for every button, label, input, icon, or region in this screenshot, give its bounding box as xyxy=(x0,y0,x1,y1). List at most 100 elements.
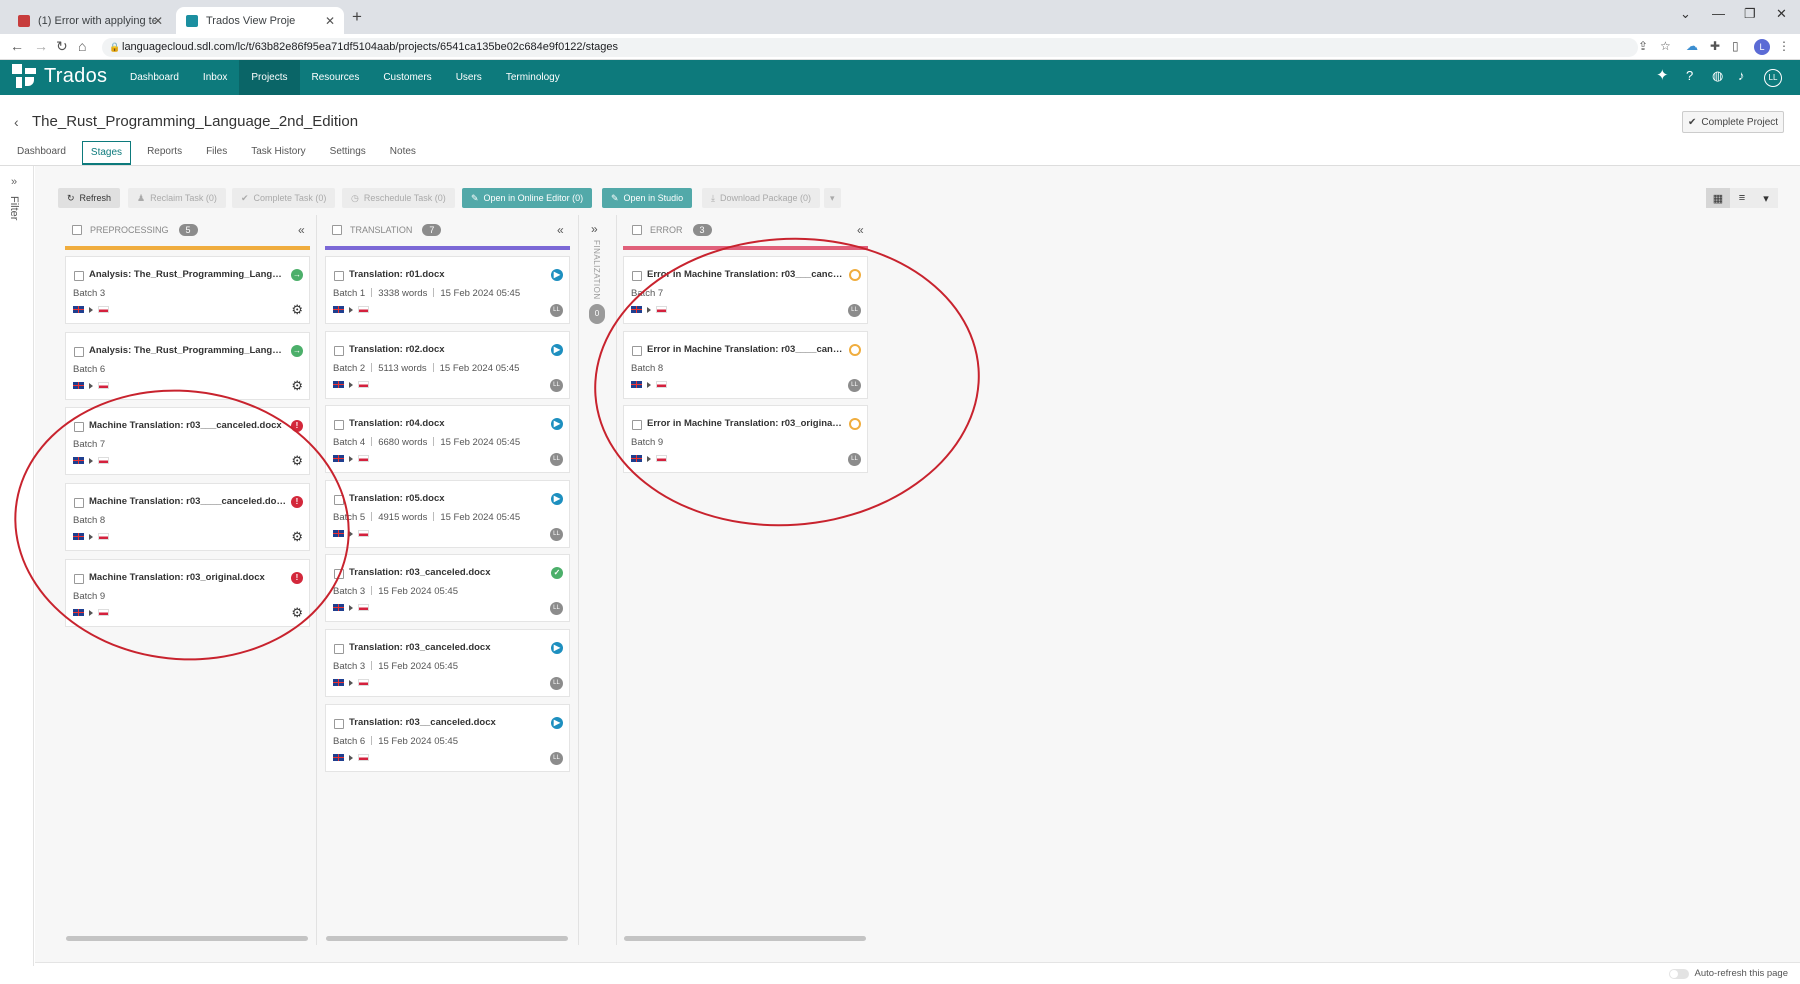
nav-users[interactable]: Users xyxy=(444,60,494,95)
view-options-dropdown[interactable]: ▾ xyxy=(1754,188,1778,208)
new-tab-button[interactable]: + xyxy=(352,7,362,27)
expand-column-icon[interactable]: » xyxy=(591,222,598,236)
task-checkbox[interactable] xyxy=(74,347,84,357)
reschedule-task-button[interactable]: ◷ Reschedule Task (0) xyxy=(342,188,455,208)
bookmark-star-icon[interactable]: ☆ xyxy=(1660,39,1671,53)
browser-tab-error[interactable]: (1) Error with applying template ✕ xyxy=(8,7,172,34)
column-scrollbar[interactable] xyxy=(66,936,308,941)
maximize-icon[interactable]: ❐ xyxy=(1744,6,1756,22)
reclaim-task-button[interactable]: ♟ Reclaim Task (0) xyxy=(128,188,226,208)
gear-icon[interactable]: ⚙ xyxy=(291,302,303,318)
minimize-icon[interactable]: — xyxy=(1712,6,1725,21)
tab-task-history[interactable]: Task History xyxy=(243,141,313,165)
complete-project-button[interactable]: ✔ Complete Project xyxy=(1682,111,1784,133)
select-all-checkbox[interactable] xyxy=(332,225,342,235)
back-icon[interactable]: ← xyxy=(10,38,24,54)
task-title[interactable]: Translation: r01.docx xyxy=(349,269,546,280)
download-dropdown-button[interactable]: ▾ xyxy=(824,188,841,208)
column-scrollbar[interactable] xyxy=(326,936,568,941)
assignee-avatar[interactable]: LL xyxy=(550,304,563,317)
finalization-column-collapsed[interactable]: » FINALIZATION 0 xyxy=(589,222,605,330)
back-chevron-icon[interactable]: ‹ xyxy=(14,114,19,130)
task-card[interactable]: Translation: r04.docx ▶ Batch 4 6680 words 1… xyxy=(325,405,570,473)
refresh-button[interactable]: ↻ Refresh xyxy=(58,188,121,208)
trados-logo[interactable]: Trados xyxy=(12,64,107,88)
list-view-button[interactable]: ≡ xyxy=(1730,188,1754,208)
task-card[interactable]: Translation: r03_canceled.docx ✓ Batch 3 15… xyxy=(325,554,570,622)
task-card[interactable]: Translation: r02.docx ▶ Batch 2 5113 words 1… xyxy=(325,331,570,399)
task-checkbox[interactable] xyxy=(334,346,344,356)
browser-tab-trados[interactable]: Trados View Proje ✕ xyxy=(176,7,344,34)
globe-icon[interactable]: ◍ xyxy=(1712,68,1723,84)
assignee-avatar[interactable]: LL xyxy=(550,379,563,392)
nav-terminology[interactable]: Terminology xyxy=(494,60,572,95)
browser-menu-icon[interactable]: ⋮ xyxy=(1778,39,1790,53)
nav-inbox[interactable]: Inbox xyxy=(191,60,239,95)
task-card[interactable]: Translation: r05.docx ▶ Batch 5 4915 words 1… xyxy=(325,480,570,548)
tab-files[interactable]: Files xyxy=(198,141,235,165)
extension-cloud-icon[interactable]: ☁ xyxy=(1686,39,1698,53)
gear-icon[interactable]: ⚙ xyxy=(291,378,303,394)
task-checkbox[interactable] xyxy=(632,271,642,281)
task-card[interactable]: Translation: r03__canceled.docx ▶ Batch 6 1… xyxy=(325,704,570,772)
auto-refresh-toggle[interactable]: Auto-refresh this page xyxy=(1668,968,1788,979)
open-in-studio-button[interactable]: ✎ Open in Studio xyxy=(602,188,693,208)
task-title[interactable]: Translation: r03_canceled.docx xyxy=(349,567,546,578)
task-checkbox[interactable] xyxy=(74,271,84,281)
nav-projects[interactable]: Projects xyxy=(239,60,300,95)
collapse-column-icon[interactable]: « xyxy=(298,223,305,237)
profile-avatar[interactable]: L xyxy=(1754,39,1770,55)
user-avatar[interactable]: LL xyxy=(1764,69,1782,87)
task-title[interactable]: Translation: r03_canceled.docx xyxy=(349,642,546,653)
pin-icon[interactable]: ✦ xyxy=(1656,66,1669,84)
open-online-editor-button[interactable]: ✎ Open in Online Editor (0) xyxy=(462,188,593,208)
select-all-checkbox[interactable] xyxy=(632,225,642,235)
task-card[interactable]: Analysis: The_Rust_Programming_Language_… xyxy=(65,256,310,324)
tab-stages[interactable]: Stages xyxy=(81,141,132,165)
task-title[interactable]: Analysis: The_Rust_Programming_Language_… xyxy=(89,269,286,280)
tab-dashboard[interactable]: Dashboard xyxy=(9,141,74,165)
task-title[interactable]: Translation: r03__canceled.docx xyxy=(349,717,546,728)
task-title[interactable]: Translation: r04.docx xyxy=(349,418,546,429)
task-card[interactable]: Translation: r03_canceled.docx ▶ Batch 3 15… xyxy=(325,629,570,697)
nav-dashboard[interactable]: Dashboard xyxy=(118,60,191,95)
toggle-switch[interactable] xyxy=(1668,968,1689,979)
nav-resources[interactable]: Resources xyxy=(300,60,372,95)
task-checkbox[interactable] xyxy=(334,719,344,729)
assignee-avatar[interactable]: LL xyxy=(550,677,563,690)
sidepanel-icon[interactable]: ▯ xyxy=(1732,39,1739,53)
download-package-button[interactable]: ⤓ Download Package (0) xyxy=(702,188,821,208)
close-window-icon[interactable]: ✕ xyxy=(1776,6,1787,22)
url-field[interactable]: 🔒 languagecloud.sdl.com/lc/t/63b82e86f95… xyxy=(102,38,1638,57)
column-scrollbar[interactable] xyxy=(624,936,866,941)
tab-reports[interactable]: Reports xyxy=(139,141,190,165)
complete-task-button[interactable]: ✔ Complete Task (0) xyxy=(232,188,336,208)
extensions-puzzle-icon[interactable]: ✚ xyxy=(1710,39,1720,53)
assignee-avatar[interactable]: LL xyxy=(550,602,563,615)
task-title[interactable]: Translation: r05.docx xyxy=(349,493,546,504)
reload-icon[interactable]: ↻ xyxy=(56,38,68,55)
help-icon[interactable]: ? xyxy=(1686,68,1693,83)
task-title[interactable]: Translation: r02.docx xyxy=(349,344,546,355)
share-icon[interactable]: ⇪ xyxy=(1638,39,1648,53)
home-icon[interactable]: ⌂ xyxy=(78,38,86,54)
tab-settings[interactable]: Settings xyxy=(322,141,374,165)
collapse-column-icon[interactable]: « xyxy=(857,223,864,237)
expand-chevron-icon[interactable]: » xyxy=(11,176,17,188)
close-tab-icon[interactable]: ✕ xyxy=(153,14,163,28)
assignee-avatar[interactable]: LL xyxy=(550,752,563,765)
close-tab-icon[interactable]: ✕ xyxy=(325,14,335,28)
tab-notes[interactable]: Notes xyxy=(382,141,424,165)
select-all-checkbox[interactable] xyxy=(72,225,82,235)
nav-customers[interactable]: Customers xyxy=(371,60,443,95)
forward-icon[interactable]: → xyxy=(34,38,48,54)
task-checkbox[interactable] xyxy=(334,420,344,430)
task-title[interactable]: Analysis: The_Rust_Programming_Language_… xyxy=(89,345,286,356)
assignee-avatar[interactable]: LL xyxy=(550,528,563,541)
tab-search-icon[interactable]: ⌄ xyxy=(1680,6,1691,22)
collapse-column-icon[interactable]: « xyxy=(557,223,564,237)
assignee-avatar[interactable]: LL xyxy=(550,453,563,466)
board-view-button[interactable]: ▦ xyxy=(1706,188,1730,208)
task-checkbox[interactable] xyxy=(334,271,344,281)
notifications-bell-icon[interactable]: ♪ xyxy=(1738,68,1745,83)
